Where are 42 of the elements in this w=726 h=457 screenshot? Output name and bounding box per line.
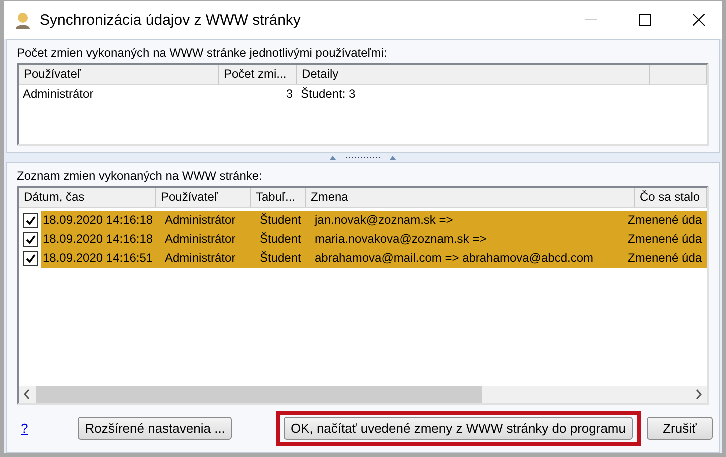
ok-button[interactable]: OK, načítať uvedené zmeny z WWW stránky do programu	[284, 417, 633, 440]
user-icon	[14, 11, 32, 29]
row-checkbox[interactable]	[23, 251, 38, 266]
table-cell-text: Študent	[259, 250, 302, 267]
table-cell-text: abrahamova@mail.com => abrahamova@abcd.com	[314, 250, 594, 267]
table-cell-text: 18.09.2020 14:16:18	[42, 212, 154, 229]
column-header[interactable]: Tabuľ...	[251, 188, 306, 207]
table-cell-text: maria.novakova@zoznam.sk =>	[314, 231, 488, 248]
table-cell-text: 18.09.2020 14:16:18	[42, 231, 154, 248]
column-header[interactable]: Zmena	[306, 188, 635, 207]
splitter-handle[interactable]	[328, 154, 398, 160]
cancel-button[interactable]: Zrušiť	[647, 417, 713, 440]
section-label: Počet zmien vykonaných na WWW stránke jednotlivými používateľmi:	[17, 46, 388, 60]
table-cell-text: Administrátor	[22, 86, 95, 103]
row-checkbox[interactable]	[23, 232, 38, 247]
column-header[interactable]: Používateľ	[156, 188, 251, 207]
row-checkbox[interactable]	[23, 213, 38, 228]
table-cell-text: Zmenené úda	[627, 212, 704, 229]
help-link[interactable]: ?	[21, 421, 28, 436]
column-header[interactable]: Čo sa stalo	[635, 188, 707, 207]
maximize-icon	[639, 14, 651, 26]
table-cell-text: Administrátor	[164, 250, 237, 267]
window-title: Synchronizácia údajov z WWW stránky	[40, 12, 302, 28]
table-cell-text: Študent: 3	[300, 86, 357, 103]
column-header[interactable]: Dátum, čas	[19, 188, 156, 207]
table-cell-text: Administrátor	[164, 231, 237, 248]
table-cell-text: Študent	[259, 212, 302, 229]
close-icon	[693, 14, 705, 26]
table-cell-text: Administrátor	[164, 212, 237, 229]
table-cell-text: Študent	[259, 231, 302, 248]
advanced-settings-button[interactable]: Rozšírené nastavenia ...	[78, 417, 232, 440]
minimize-icon	[585, 19, 597, 21]
table-cell-text: jan.novak@zoznam.sk =>	[314, 212, 454, 229]
column-header[interactable]: Počet zmi...	[219, 65, 297, 84]
table-cell-text: 18.09.2020 14:16:51	[42, 250, 154, 267]
table-cell-text: Zmenené úda	[627, 250, 704, 267]
horizontal-scrollbar[interactable]	[19, 386, 707, 403]
column-header[interactable]: Detaily	[297, 65, 650, 84]
table-cell-text: 3	[285, 86, 294, 103]
column-header[interactable]: Používateľ	[19, 65, 219, 84]
table-cell-text: Zmenené úda	[627, 231, 704, 248]
section-label: Zoznam zmien vykonaných na WWW stránke:	[17, 169, 264, 183]
